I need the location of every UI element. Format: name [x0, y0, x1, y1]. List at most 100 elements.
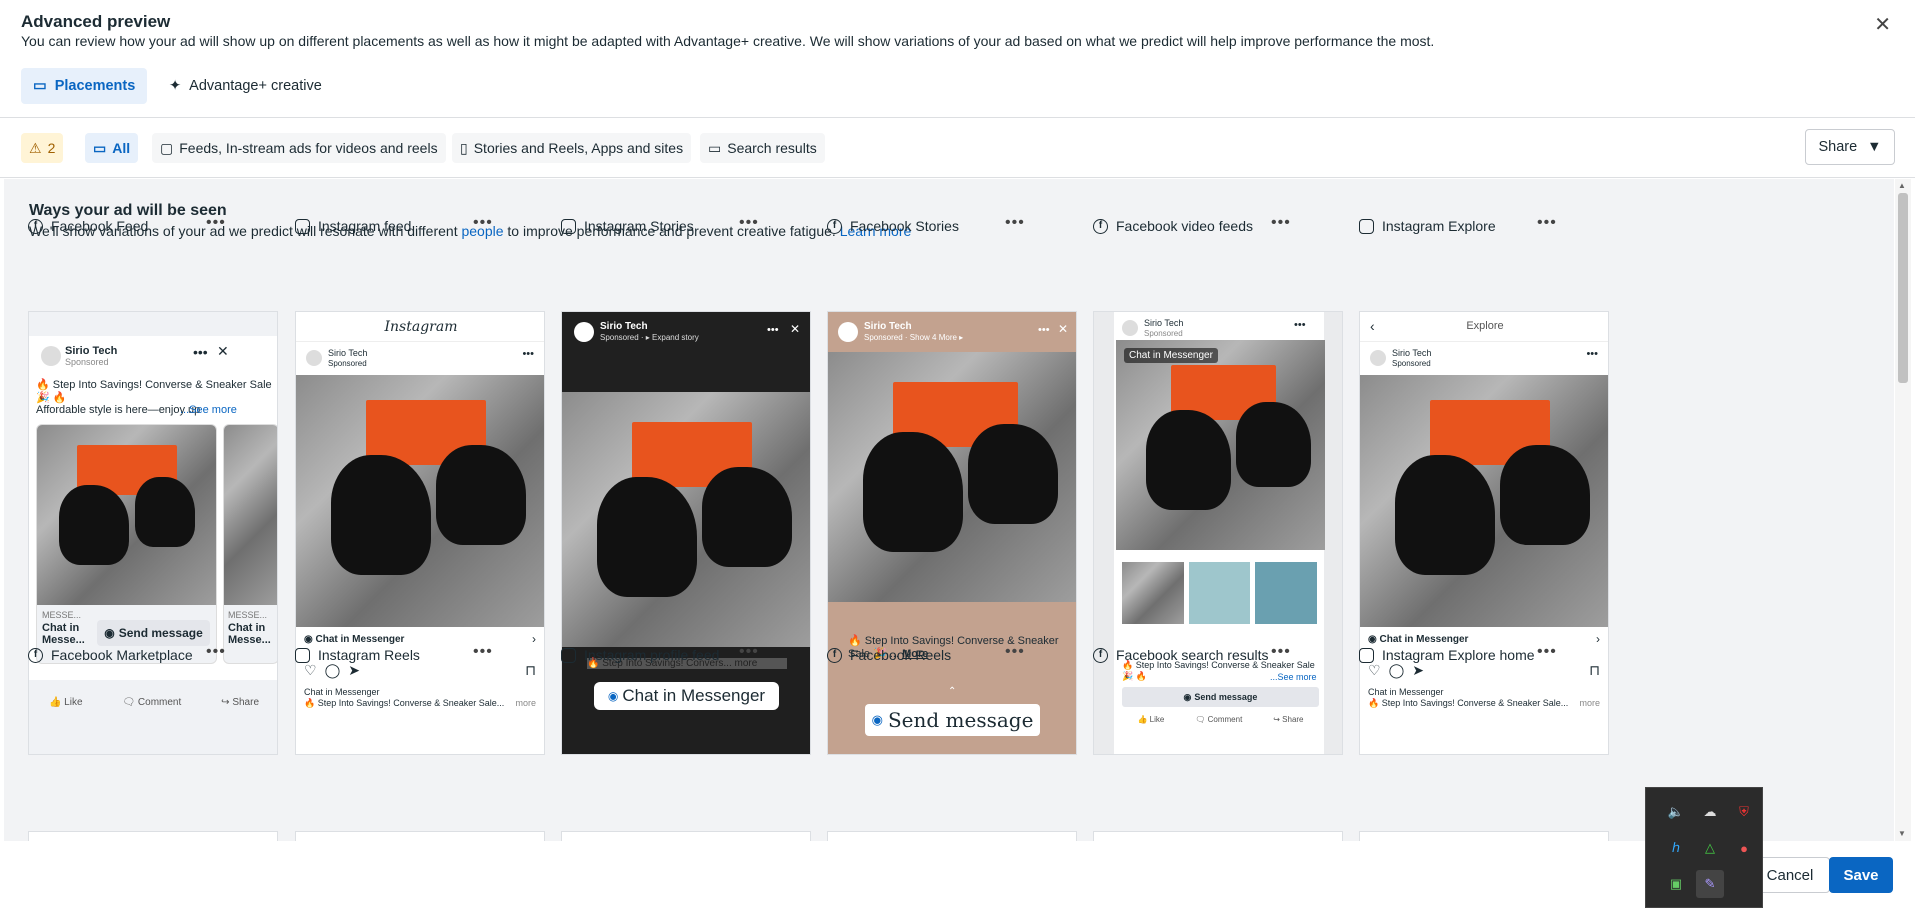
chat-messenger-button[interactable]: ◉ Chat in Messenger — [594, 682, 779, 710]
placements-icon: ▭ — [33, 78, 47, 94]
close-icon[interactable]: ✕ — [1058, 322, 1068, 336]
placement-name: Instagram feed — [318, 218, 412, 234]
send-message-button[interactable]: ◉ Send message — [1122, 687, 1319, 707]
product-image — [296, 375, 544, 627]
app-alert-icon[interactable]: ● — [1732, 836, 1756, 860]
more-options-icon[interactable]: ••• — [1537, 214, 1557, 232]
more-options-icon[interactable]: ••• — [522, 348, 534, 360]
placement-name: Instagram Explore home — [1382, 647, 1535, 663]
more-options-icon[interactable]: ••• — [206, 214, 226, 232]
more-options-icon[interactable]: ••• — [1271, 643, 1291, 661]
hp-icon[interactable]: ℎ — [1664, 836, 1688, 860]
more-options-icon[interactable]: ••• — [767, 324, 779, 336]
preview-facebook-stories[interactable]: Sirio Tech Sponsored · Show 4 More ▸ •••… — [827, 311, 1077, 755]
preview-instagram-stories[interactable]: Sirio Tech Sponsored · ▸ Expand story ••… — [561, 311, 811, 755]
chat-messenger-cta[interactable]: ◉ Chat in Messenger — [1368, 634, 1468, 645]
avatar — [306, 350, 322, 366]
placement-name: Facebook video feeds — [1116, 218, 1253, 234]
chevron-right-icon: › — [532, 632, 536, 646]
security-icon[interactable]: ▣ — [1664, 872, 1688, 896]
scroll-down-icon[interactable]: ▼ — [1898, 829, 1906, 838]
comment-button[interactable]: 🗨 Comment — [122, 697, 181, 708]
like-button[interactable]: 👍 Like — [49, 697, 83, 708]
filter-stories[interactable]: ▯ Stories and Reels, Apps and sites — [452, 133, 692, 163]
warning-count: 2 — [47, 140, 56, 156]
speaker-icon[interactable]: 🔈 — [1664, 800, 1688, 824]
preview-instagram-feed[interactable]: Instagram Sirio Tech Sponsored ••• ◉ Cha… — [295, 311, 545, 755]
placement-label: f Facebook Stories — [827, 216, 959, 236]
preview-facebook-reels[interactable] — [827, 831, 1077, 841]
more-options-icon[interactable]: ••• — [206, 643, 226, 661]
shield-icon[interactable]: ⛨ — [1732, 800, 1756, 824]
more-options-icon[interactable]: ••• — [1537, 643, 1557, 661]
close-icon[interactable]: ✕ — [790, 322, 800, 336]
more-options-icon[interactable]: ••• — [739, 643, 759, 661]
preview-instagram-profile-feed[interactable] — [561, 831, 811, 841]
brand-name: Sirio Tech — [1144, 318, 1184, 328]
cta-title-2: Chat in Messe... — [228, 622, 271, 646]
preview-facebook-feed[interactable]: Sirio Tech Sponsored ••• ✕ 🔥 Step Into S… — [28, 311, 278, 755]
placement-name: Instagram Reels — [318, 647, 420, 663]
comment-button[interactable]: 🗨 Comment — [1195, 715, 1242, 724]
more-options-icon[interactable]: ••• — [473, 214, 493, 232]
share-button[interactable]: Share ▼ — [1805, 129, 1895, 165]
send-message-button[interactable]: ◉ Send message — [865, 704, 1040, 736]
thumbnail-1[interactable] — [1122, 562, 1184, 624]
thumbnail-3[interactable] — [1255, 562, 1318, 624]
more-options-icon[interactable]: ••• — [1294, 319, 1306, 331]
preview-instagram-reels[interactable] — [295, 831, 545, 841]
preview-facebook-video-feeds[interactable]: Sirio Tech Sponsored ••• Chat in Messeng… — [1093, 311, 1343, 755]
send-message-button[interactable]: ◉ Send message — [97, 620, 210, 646]
more-options-icon[interactable]: ••• — [1271, 214, 1291, 232]
close-icon[interactable]: ✕ — [1874, 12, 1891, 37]
filter-stories-label: Stories and Reels, Apps and sites — [473, 140, 684, 156]
save-button[interactable]: Save — [1829, 857, 1893, 893]
scrollbar-thumb[interactable] — [1898, 193, 1908, 383]
tab-advantage-creative[interactable]: ✦ Advantage+ creative — [157, 68, 334, 104]
instagram-icon — [295, 218, 310, 234]
messenger-icon: ◉ — [871, 712, 883, 728]
preview-instagram-explore[interactable]: ‹ Explore Sirio Tech Sponsored ••• ◉ Cha… — [1359, 311, 1609, 755]
show-more[interactable]: Sponsored · Show 4 More ▸ — [864, 333, 963, 342]
messenger-icon: ◉ — [1183, 691, 1192, 702]
see-more-link[interactable]: ...See more — [1270, 672, 1317, 682]
messenger-icon: ◉ — [104, 626, 115, 640]
more-options-icon[interactable]: ••• — [1586, 348, 1598, 360]
bookmark-icon[interactable]: ⊓ — [525, 662, 536, 679]
like-button[interactable]: 👍 Like — [1137, 715, 1164, 724]
preview-facebook-marketplace[interactable] — [28, 831, 278, 841]
preview-instagram-explore-home[interactable] — [1359, 831, 1609, 841]
see-more-link[interactable]: ...See more — [180, 404, 237, 416]
cloud-sync-icon[interactable]: ☁ — [1698, 800, 1722, 824]
more-link[interactable]: more — [515, 698, 536, 708]
scroll-up-icon[interactable]: ▲ — [1898, 181, 1906, 190]
share-post-button[interactable]: ↪ Share — [1273, 715, 1303, 724]
filter-all[interactable]: ▭ All — [85, 133, 139, 163]
expand-story[interactable]: Sponsored · ▸ Expand story — [600, 333, 699, 342]
bookmark-icon[interactable]: ⊓ — [1589, 662, 1600, 679]
more-options-icon[interactable]: ••• — [1005, 643, 1025, 661]
filter-bar: ⚠ 2 ▭ All ▢ Feeds, In-stream ads for vid… — [0, 119, 1915, 178]
more-link[interactable]: more — [1579, 698, 1600, 708]
vertical-scrollbar[interactable]: ▲ ▼ — [1895, 179, 1911, 841]
chat-messenger-cta[interactable]: ◉ Chat in Messenger — [304, 634, 404, 645]
drive-icon[interactable]: △ — [1698, 836, 1722, 860]
chevron-right-icon: › — [1596, 632, 1600, 646]
share-post-button[interactable]: ↪ Share — [221, 697, 259, 708]
filter-search[interactable]: ▭ Search results — [700, 133, 825, 163]
ad-headline: 🔥 Step Into Savings! Converse & Sneaker … — [36, 379, 272, 404]
more-options-icon[interactable]: ••• — [193, 344, 208, 360]
pen-icon[interactable]: ✎ — [1696, 870, 1724, 898]
more-options-icon[interactable]: ••• — [473, 643, 493, 661]
thumbnail-2[interactable] — [1188, 562, 1251, 624]
warning-chip[interactable]: ⚠ 2 — [21, 133, 64, 163]
filter-feeds[interactable]: ▢ Feeds, In-stream ads for videos and re… — [152, 133, 446, 163]
facebook-icon: f — [28, 218, 43, 234]
close-icon[interactable]: ✕ — [217, 343, 229, 360]
preview-facebook-search-results[interactable] — [1093, 831, 1343, 841]
tab-placements[interactable]: ▭ Placements — [21, 68, 148, 104]
more-options-icon[interactable]: ••• — [739, 214, 759, 232]
more-options-icon[interactable]: ••• — [1038, 324, 1050, 336]
more-options-icon[interactable]: ••• — [1005, 214, 1025, 232]
carousel-card: MESSE... Chat in Messe... ◉ Send message — [36, 424, 217, 664]
